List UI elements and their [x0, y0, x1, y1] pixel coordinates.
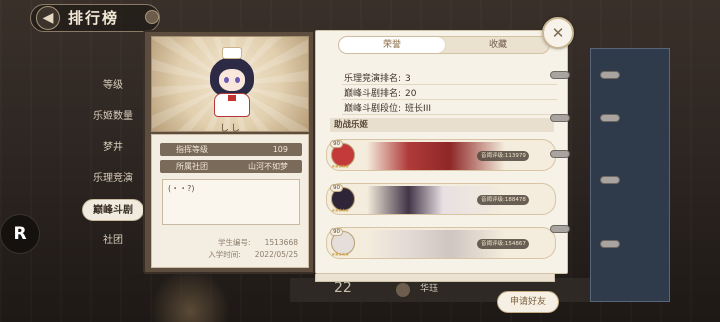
profile-card: しし 指挥等级 109 所属社团 山河不如梦 (・・?) 学生编号: 151366… [143, 30, 315, 274]
tab-honor[interactable]: 荣誉 [339, 37, 445, 53]
page-title: 排行榜 [68, 9, 120, 27]
chibi-eye-right [235, 77, 240, 83]
close-x-icon[interactable]: ✕ [542, 17, 574, 49]
chibi-bow [228, 95, 236, 101]
command-level-row: 指挥等级 109 [160, 143, 302, 156]
binder-ring-icon [550, 225, 570, 233]
dialog-tabs: 荣誉 收藏 [338, 36, 550, 54]
chibi-avatar [206, 43, 258, 121]
stat-theory-rank: 乐理竞演排名: 3 [344, 71, 411, 84]
stat-peak-rank-value: 20 [405, 89, 417, 99]
divider [342, 114, 557, 115]
assist-idol-stars: ★★★★★ [331, 252, 349, 258]
binder-ring-icon [600, 114, 620, 122]
back-button-icon[interactable]: ◀ [36, 6, 60, 30]
background-row-avatar [396, 283, 410, 297]
binder-ring-icon [550, 71, 570, 79]
club-value: 山河不如梦 [248, 162, 288, 171]
player-portrait: しし [151, 36, 309, 134]
category-item-peak-drama[interactable]: 巅峰斗剧 [82, 199, 144, 221]
assist-power-value: 154867 [504, 241, 526, 247]
signature-box: (・・?) [162, 179, 300, 225]
student-id-value: 1513668 [264, 238, 298, 247]
background-ranking-panel [590, 48, 670, 302]
title-badge-icon [145, 10, 159, 24]
command-level-value: 109 [272, 145, 288, 154]
r-logo-icon[interactable]: R [0, 214, 40, 254]
chibi-eye-left [224, 77, 229, 83]
enroll-date-line: 入学时间: 2022/05/25 [208, 249, 298, 260]
assist-idol-card[interactable]: 90 ★★★★★ 音阈评级:188478 [326, 183, 556, 215]
assist-section-title: 助战乐姬 [330, 118, 554, 132]
stat-peak-tier-label: 巅峰斗剧段位: [344, 104, 402, 114]
stat-peak-tier: 巅峰斗剧段位: 班长III [344, 101, 431, 114]
assist-idol-card[interactable]: 90 ★★★★★ 音阈评级:113979 [326, 139, 556, 171]
assist-power-label: 音阈评级: [481, 197, 505, 203]
category-menu: 等级 乐姬数量 梦井 乐理竞演 巅峰斗剧 社团 [82, 75, 144, 261]
assist-power-label: 音阈评级: [481, 153, 505, 159]
assist-idol-card[interactable]: 90 ★★★★★ 音阈评级:154867 [326, 227, 556, 259]
stat-theory-rank-label: 乐理竞演排名: [344, 74, 402, 84]
enroll-date-value: 2022/05/25 [254, 250, 298, 259]
assist-idol-stars: ★★★★★ [331, 164, 349, 170]
binder-ring-icon [600, 71, 620, 79]
assist-idol-power: 音阈评级:113979 [477, 151, 529, 161]
stat-peak-rank: 巅峰斗剧排名: 20 [344, 86, 417, 99]
assist-power-label: 音阈评级: [481, 241, 505, 247]
assist-idol-stars: ★★★★★ [331, 208, 349, 214]
category-item-club[interactable]: 社团 [82, 230, 144, 252]
binder-ring-icon [600, 240, 620, 248]
assist-idol-power: 音阈评级:188478 [477, 195, 529, 205]
background-row-name: 华珏 [420, 284, 439, 294]
assist-power-value: 113979 [504, 153, 526, 159]
assist-idol-level: 90 [330, 140, 343, 148]
background-rank-number: 22 [334, 280, 352, 296]
student-id-label: 学生编号: [218, 238, 251, 247]
honor-dialog: 荣誉 收藏 乐理竞演排名: 3 巅峰斗剧排名: 20 巅峰斗剧段位: 班长III 助战… [315, 30, 568, 274]
player-info-panel: 指挥等级 109 所属社团 山河不如梦 (・・?) 学生编号: 1513668 入… [151, 134, 309, 268]
tree-decoration [150, 268, 230, 322]
stat-peak-tier-value: 班长III [405, 104, 432, 114]
divider [342, 99, 557, 100]
chibi-headpiece [222, 47, 242, 59]
assist-idol-level: 90 [330, 228, 343, 236]
command-level-label: 指挥等级 [176, 145, 208, 154]
stat-theory-rank-value: 3 [405, 74, 411, 84]
stat-peak-rank-label: 巅峰斗剧排名: [344, 89, 402, 99]
tab-collection[interactable]: 收藏 [445, 37, 551, 53]
category-item-theory-contest[interactable]: 乐理竞演 [82, 168, 144, 190]
divider [342, 84, 557, 85]
assist-idol-level: 90 [330, 184, 343, 192]
assist-idol-power: 音阈评级:154867 [477, 239, 529, 249]
club-label: 所属社团 [176, 162, 208, 171]
player-name: しし [219, 124, 242, 134]
category-item-level[interactable]: 等级 [82, 75, 144, 97]
category-item-idol-count[interactable]: 乐姬数量 [82, 106, 144, 128]
club-row: 所属社团 山河不如梦 [160, 160, 302, 173]
chibi-face [219, 69, 245, 91]
student-id-line: 学生编号: 1513668 [218, 237, 298, 248]
dialog-bottom-edge [315, 274, 555, 282]
binder-ring-icon [550, 150, 570, 158]
binder-ring-icon [600, 176, 620, 184]
assist-power-value: 188478 [504, 197, 526, 203]
category-item-dream-well[interactable]: 梦井 [82, 137, 144, 159]
enroll-date-label: 入学时间: [208, 250, 241, 259]
friend-request-button[interactable]: 申请好友 [497, 291, 559, 313]
binder-ring-icon [550, 114, 570, 122]
